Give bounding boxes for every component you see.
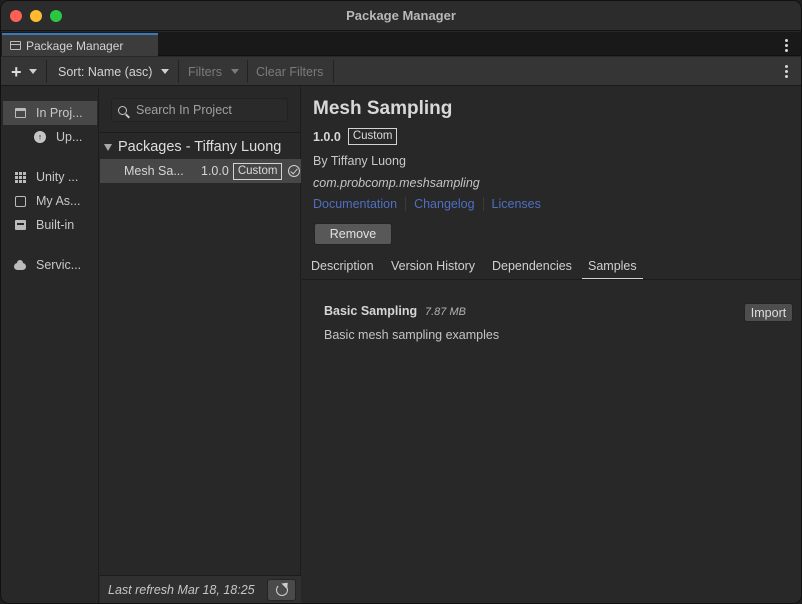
- sidebar-item-label: Up...: [56, 130, 83, 144]
- list-item[interactable]: Mesh Sa... 1.0.0 Custom: [100, 159, 301, 183]
- package-list-panel: Packages - Tiffany Luong Mesh Sa... 1.0.…: [100, 87, 301, 603]
- search-icon: [118, 105, 127, 115]
- tab-dependencies[interactable]: Dependencies: [492, 259, 572, 273]
- package-group-header[interactable]: Packages - Tiffany Luong: [100, 135, 301, 159]
- remove-button[interactable]: Remove: [314, 223, 392, 245]
- tab-menu-icon[interactable]: [781, 39, 791, 52]
- update-icon: ↑: [34, 131, 46, 143]
- sidebar-item-label: Servic...: [36, 258, 82, 272]
- package-version: 1.0.0: [201, 164, 229, 178]
- documentation-link[interactable]: Documentation: [313, 197, 397, 211]
- sidebar-item-updates[interactable]: ↑ Up...: [3, 125, 97, 149]
- group-title: Packages - Tiffany Luong: [118, 139, 282, 155]
- package-name: Mesh Sa...: [124, 164, 184, 178]
- search-field[interactable]: [111, 98, 288, 122]
- import-button[interactable]: Import: [744, 303, 793, 322]
- sidebar-item-services[interactable]: Servic...: [3, 253, 97, 277]
- package-links: Documentation Changelog Licenses: [313, 197, 541, 211]
- custom-badge: Custom: [232, 162, 283, 180]
- package-author: By Tiffany Luong: [313, 154, 406, 168]
- sidebar-item-built-in[interactable]: Built-in: [3, 213, 97, 237]
- details-tabs: Description Version History Dependencies…: [302, 255, 801, 280]
- filters-dropdown[interactable]: Filters: [180, 60, 248, 83]
- custom-badge: Custom: [347, 128, 398, 145]
- builtin-icon: [14, 220, 26, 230]
- editor-tab-strip: Package Manager: [1, 32, 801, 56]
- tab-description[interactable]: Description: [311, 259, 374, 273]
- sidebar-item-label: My As...: [36, 194, 81, 208]
- tab-package-manager[interactable]: Package Manager: [2, 33, 158, 56]
- version-row: 1.0.0 Custom: [313, 128, 398, 145]
- sample-title: Basic Sampling: [324, 304, 418, 318]
- sample-size: 7.87 MB: [425, 306, 466, 318]
- grid-icon: [14, 171, 26, 183]
- cloud-icon: [14, 260, 26, 270]
- clear-filters-button[interactable]: Clear Filters: [249, 60, 334, 83]
- clear-filters-label: Clear Filters: [256, 64, 324, 79]
- package-title: Mesh Sampling: [313, 98, 453, 119]
- sidebar-item-unity-registry[interactable]: Unity ...: [3, 165, 97, 189]
- refresh-button[interactable]: [267, 579, 296, 601]
- chevron-down-icon: [161, 69, 170, 74]
- sample-description: Basic mesh sampling examples: [324, 328, 500, 342]
- link-divider: [482, 197, 484, 211]
- sidebar-item-label: In Proj...: [36, 106, 83, 120]
- package-id: com.probcomp.meshsampling: [313, 176, 480, 190]
- toolbar: + Sort: Name (asc) Filters Clear Filters: [1, 57, 801, 86]
- sidebar-item-my-assets[interactable]: My As...: [3, 189, 97, 213]
- tab-samples[interactable]: Samples: [582, 259, 643, 279]
- tab-version-history[interactable]: Version History: [391, 259, 475, 273]
- tab-label: Package Manager: [26, 38, 124, 53]
- sidebar: In Proj... ↑ Up... Unity ... My As... Bu…: [1, 87, 99, 603]
- sort-dropdown[interactable]: Sort: Name (asc): [48, 60, 179, 83]
- add-package-button[interactable]: +: [5, 60, 47, 83]
- search-bar: [100, 87, 301, 133]
- window-icon: [14, 108, 26, 118]
- package-manager-icon: [10, 41, 21, 50]
- link-divider: [405, 197, 407, 211]
- sidebar-item-label: Built-in: [36, 218, 75, 232]
- filters-label: Filters: [188, 64, 223, 79]
- plus-icon: +: [11, 61, 22, 82]
- last-refresh-text: Last refresh Mar 18, 18:25: [108, 582, 255, 597]
- list-footer: Last refresh Mar 18, 18:25: [100, 575, 301, 603]
- chevron-down-icon: [28, 69, 37, 74]
- package-details-panel: Mesh Sampling 1.0.0 Custom By Tiffany Lu…: [302, 87, 801, 603]
- licenses-link[interactable]: Licenses: [492, 197, 541, 211]
- samples-content: Basic Sampling 7.87 MB Basic mesh sampli…: [302, 281, 801, 603]
- package-box-icon: [14, 195, 26, 207]
- sidebar-item-label: Unity ...: [36, 170, 79, 184]
- expand-triangle-icon[interactable]: [104, 143, 112, 151]
- changelog-link[interactable]: Changelog: [414, 197, 474, 211]
- more-options-icon[interactable]: [781, 65, 791, 78]
- title-bar: Package Manager: [1, 1, 801, 31]
- installed-check-icon: [288, 165, 301, 177]
- sort-label: Sort: Name (asc): [58, 64, 153, 79]
- window-title: Package Manager: [346, 8, 456, 23]
- search-input[interactable]: [136, 103, 276, 117]
- chevron-down-icon: [231, 69, 240, 74]
- package-manager-window: Package Manager Package Manager + Sort: …: [0, 0, 802, 604]
- package-version: 1.0.0: [313, 129, 341, 144]
- sidebar-item-in-project[interactable]: In Proj...: [3, 101, 97, 125]
- refresh-icon: [275, 584, 288, 596]
